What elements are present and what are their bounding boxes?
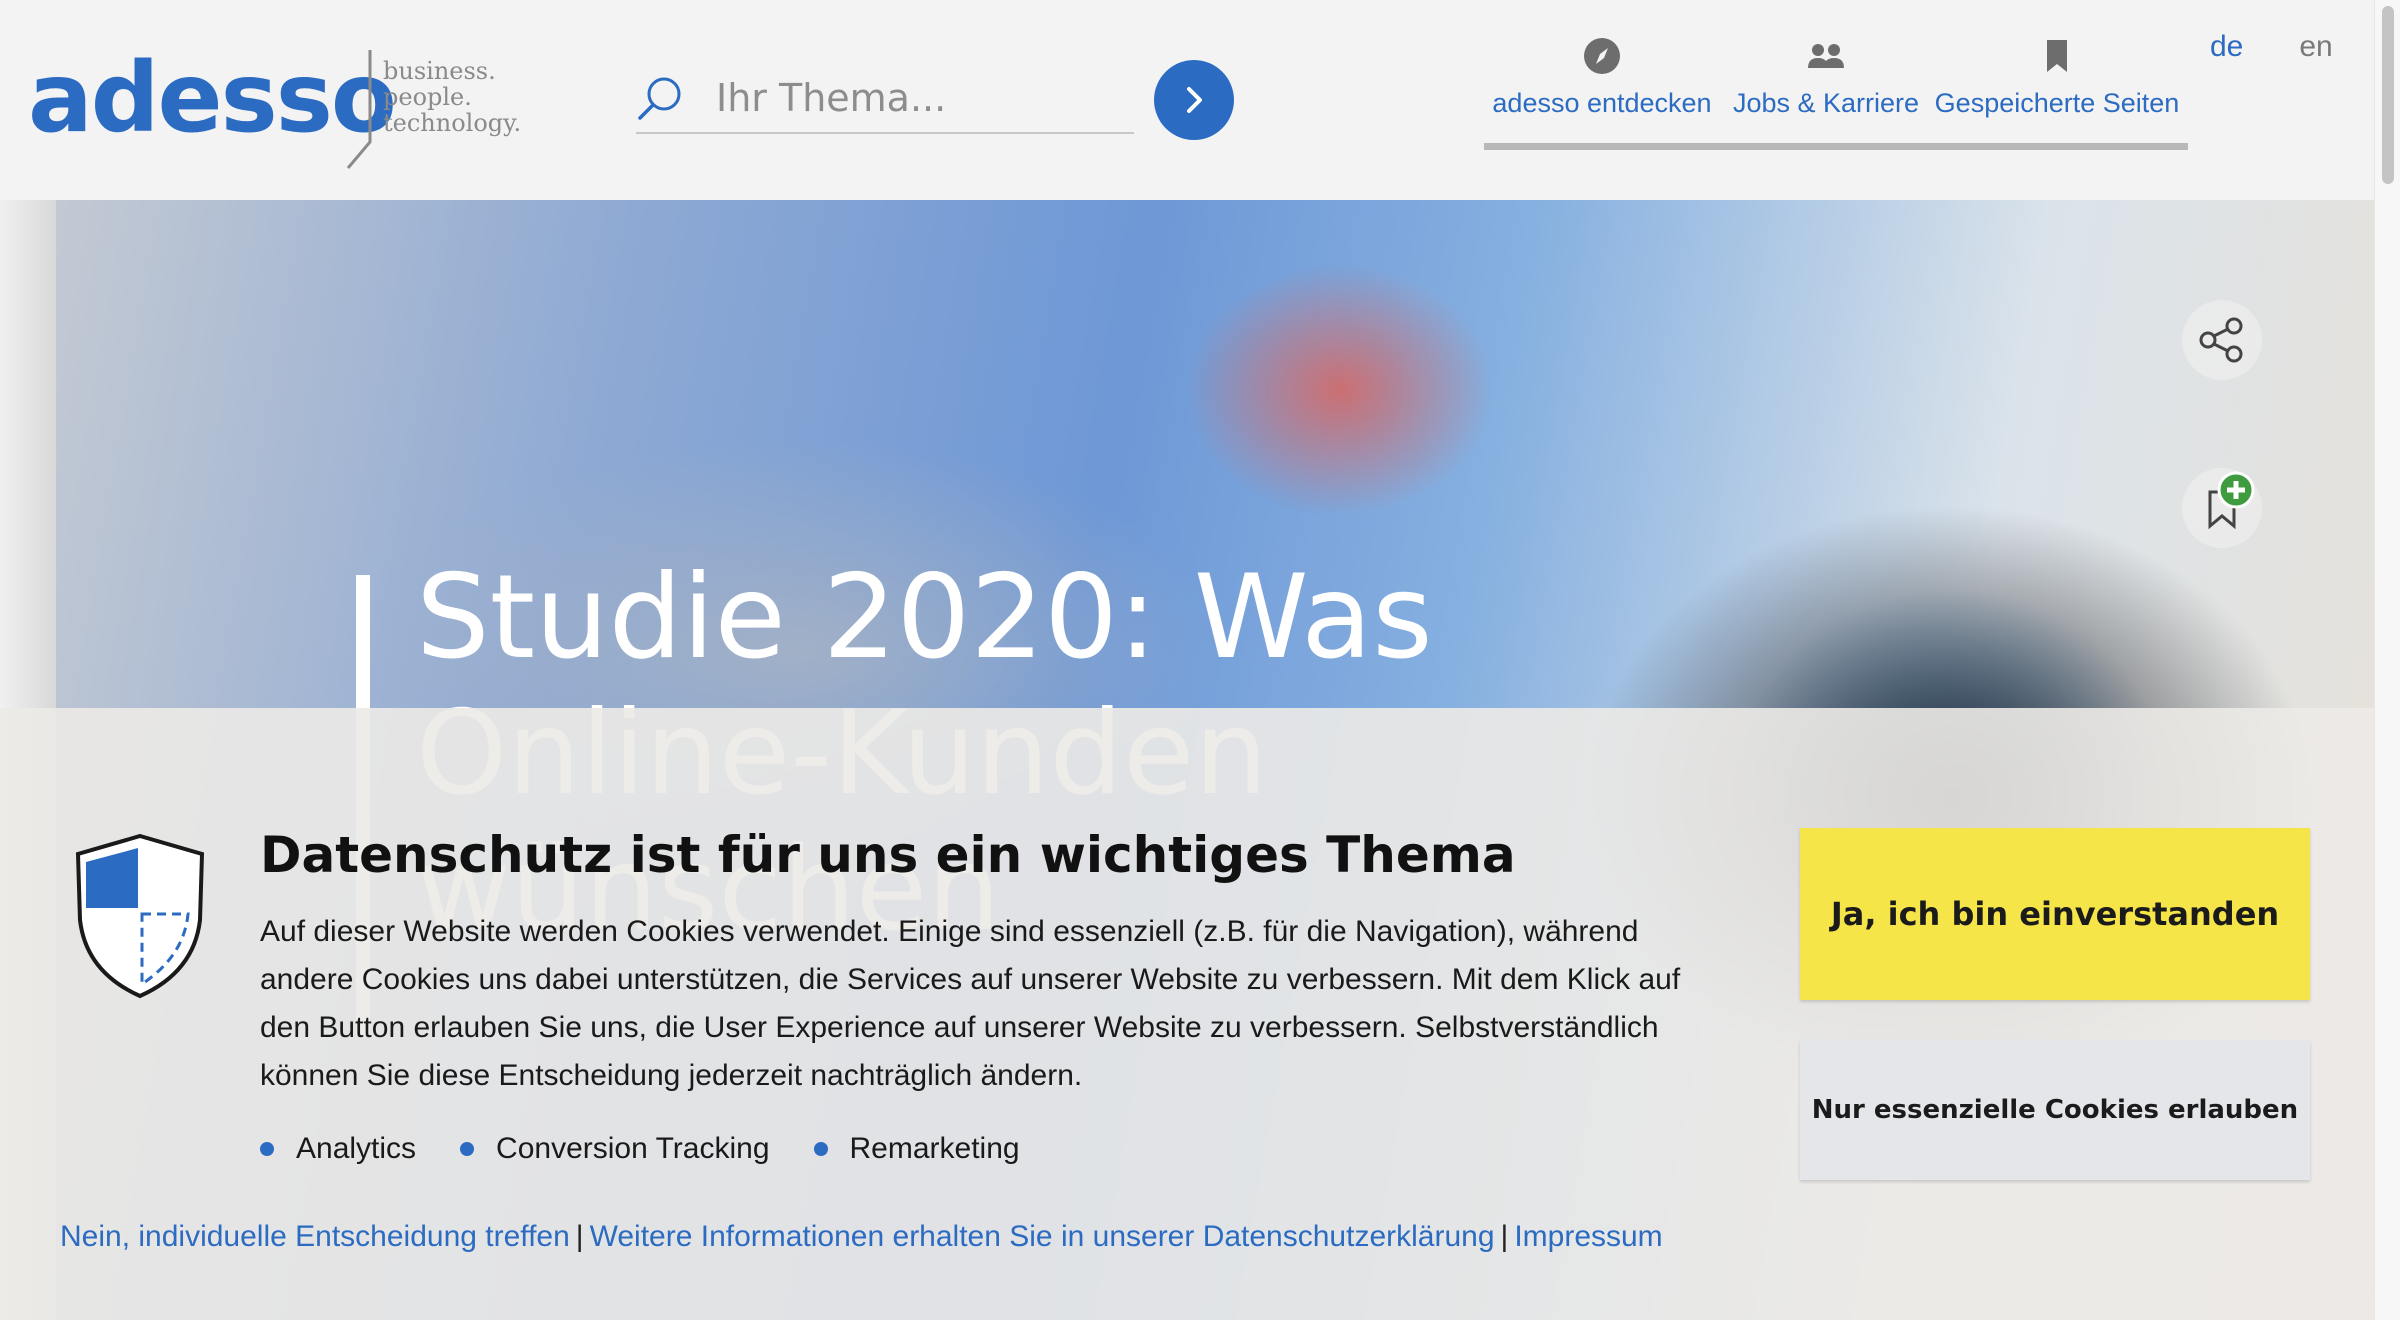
cookie-category-remarketing: Remarketing — [813, 1132, 1020, 1166]
cookie-category-label: Conversion Tracking — [496, 1132, 770, 1165]
essential-cookies-only-button[interactable]: Nur essenzielle Cookies erlauben — [1800, 1040, 2310, 1180]
tagline-line: business. — [383, 57, 496, 85]
cookie-description: Auf dieser Website werden Cookies verwen… — [260, 915, 1681, 1092]
nav-item-jobs-karriere[interactable]: Jobs & Karriere — [1720, 28, 1932, 143]
scrollbar[interactable] — [2374, 0, 2400, 1320]
search-input[interactable] — [714, 70, 1124, 126]
privacy-policy-link[interactable]: Weitere Informationen erhalten Sie in un… — [590, 1220, 1495, 1253]
nav-label: Gespeicherte Seiten — [1934, 88, 2180, 118]
nav-label: Jobs & Karriere — [1732, 88, 1920, 118]
plus-badge-icon — [2217, 471, 2255, 509]
cookie-category-conversion-tracking: Conversion Tracking — [460, 1132, 770, 1166]
search-submit-button[interactable] — [1154, 60, 1234, 140]
cookie-consent-banner: Datenschutz ist für uns ein wichtiges Th… — [0, 708, 2374, 1320]
adesso-logo[interactable]: adesso business. people. technology. — [28, 50, 521, 180]
logo-tagline: business. people. technology. — [383, 58, 583, 136]
cookie-category-label: Remarketing — [849, 1132, 1020, 1165]
cookie-links: Nein, individuelle Entscheidung treffen |… — [60, 1220, 1663, 1254]
cookie-category-label: Analytics — [296, 1132, 417, 1165]
cookie-category-analytics: Analytics — [260, 1132, 416, 1166]
accept-all-cookies-button[interactable]: Ja, ich bin einverstanden — [1800, 828, 2310, 1000]
link-separator: | — [1500, 1220, 1509, 1253]
link-separator: | — [575, 1220, 584, 1253]
logo-slash-icon — [346, 50, 372, 169]
nav-item-adesso-entdecken[interactable]: adesso entdecken — [1484, 28, 1720, 143]
tagline-line: technology. — [383, 109, 522, 137]
search-icon — [638, 77, 681, 120]
nav-item-gespeicherte-seiten[interactable]: Gespeicherte Seiten — [1932, 28, 2182, 143]
cookie-title: Datenschutz ist für uns ein wichtiges Th… — [260, 826, 1516, 884]
main-nav: adesso entdecken Jobs & Karriere Gespeic… — [1484, 28, 2188, 150]
individual-decision-link[interactable]: Nein, individuelle Entscheidung treffen — [60, 1220, 570, 1253]
tagline-line: people. — [383, 83, 472, 111]
site-header: adesso business. people. technology. ade… — [0, 0, 2374, 200]
bullet-icon — [813, 1142, 828, 1156]
language-switcher: de en — [2210, 30, 2333, 64]
search-bar — [636, 66, 1134, 134]
imprint-link[interactable]: Impressum — [1514, 1220, 1662, 1253]
chevron-right-icon — [1187, 87, 1202, 113]
nav-label: adesso entdecken — [1492, 88, 1712, 118]
bullet-icon — [260, 1142, 274, 1156]
share-button[interactable] — [2182, 300, 2262, 380]
bullet-icon — [460, 1142, 475, 1156]
people-icon — [1808, 44, 1844, 68]
scrollbar-thumb[interactable] — [2382, 6, 2394, 184]
cookie-category-list: Analytics Conversion Tracking Remarketin… — [260, 1132, 1020, 1166]
share-icon — [2199, 317, 2243, 363]
language-en-link[interactable]: en — [2299, 30, 2332, 64]
shield-icon — [75, 833, 205, 999]
language-de-link[interactable]: de — [2210, 30, 2243, 64]
bookmark-icon — [2047, 40, 2067, 72]
compass-icon — [1584, 38, 1620, 74]
